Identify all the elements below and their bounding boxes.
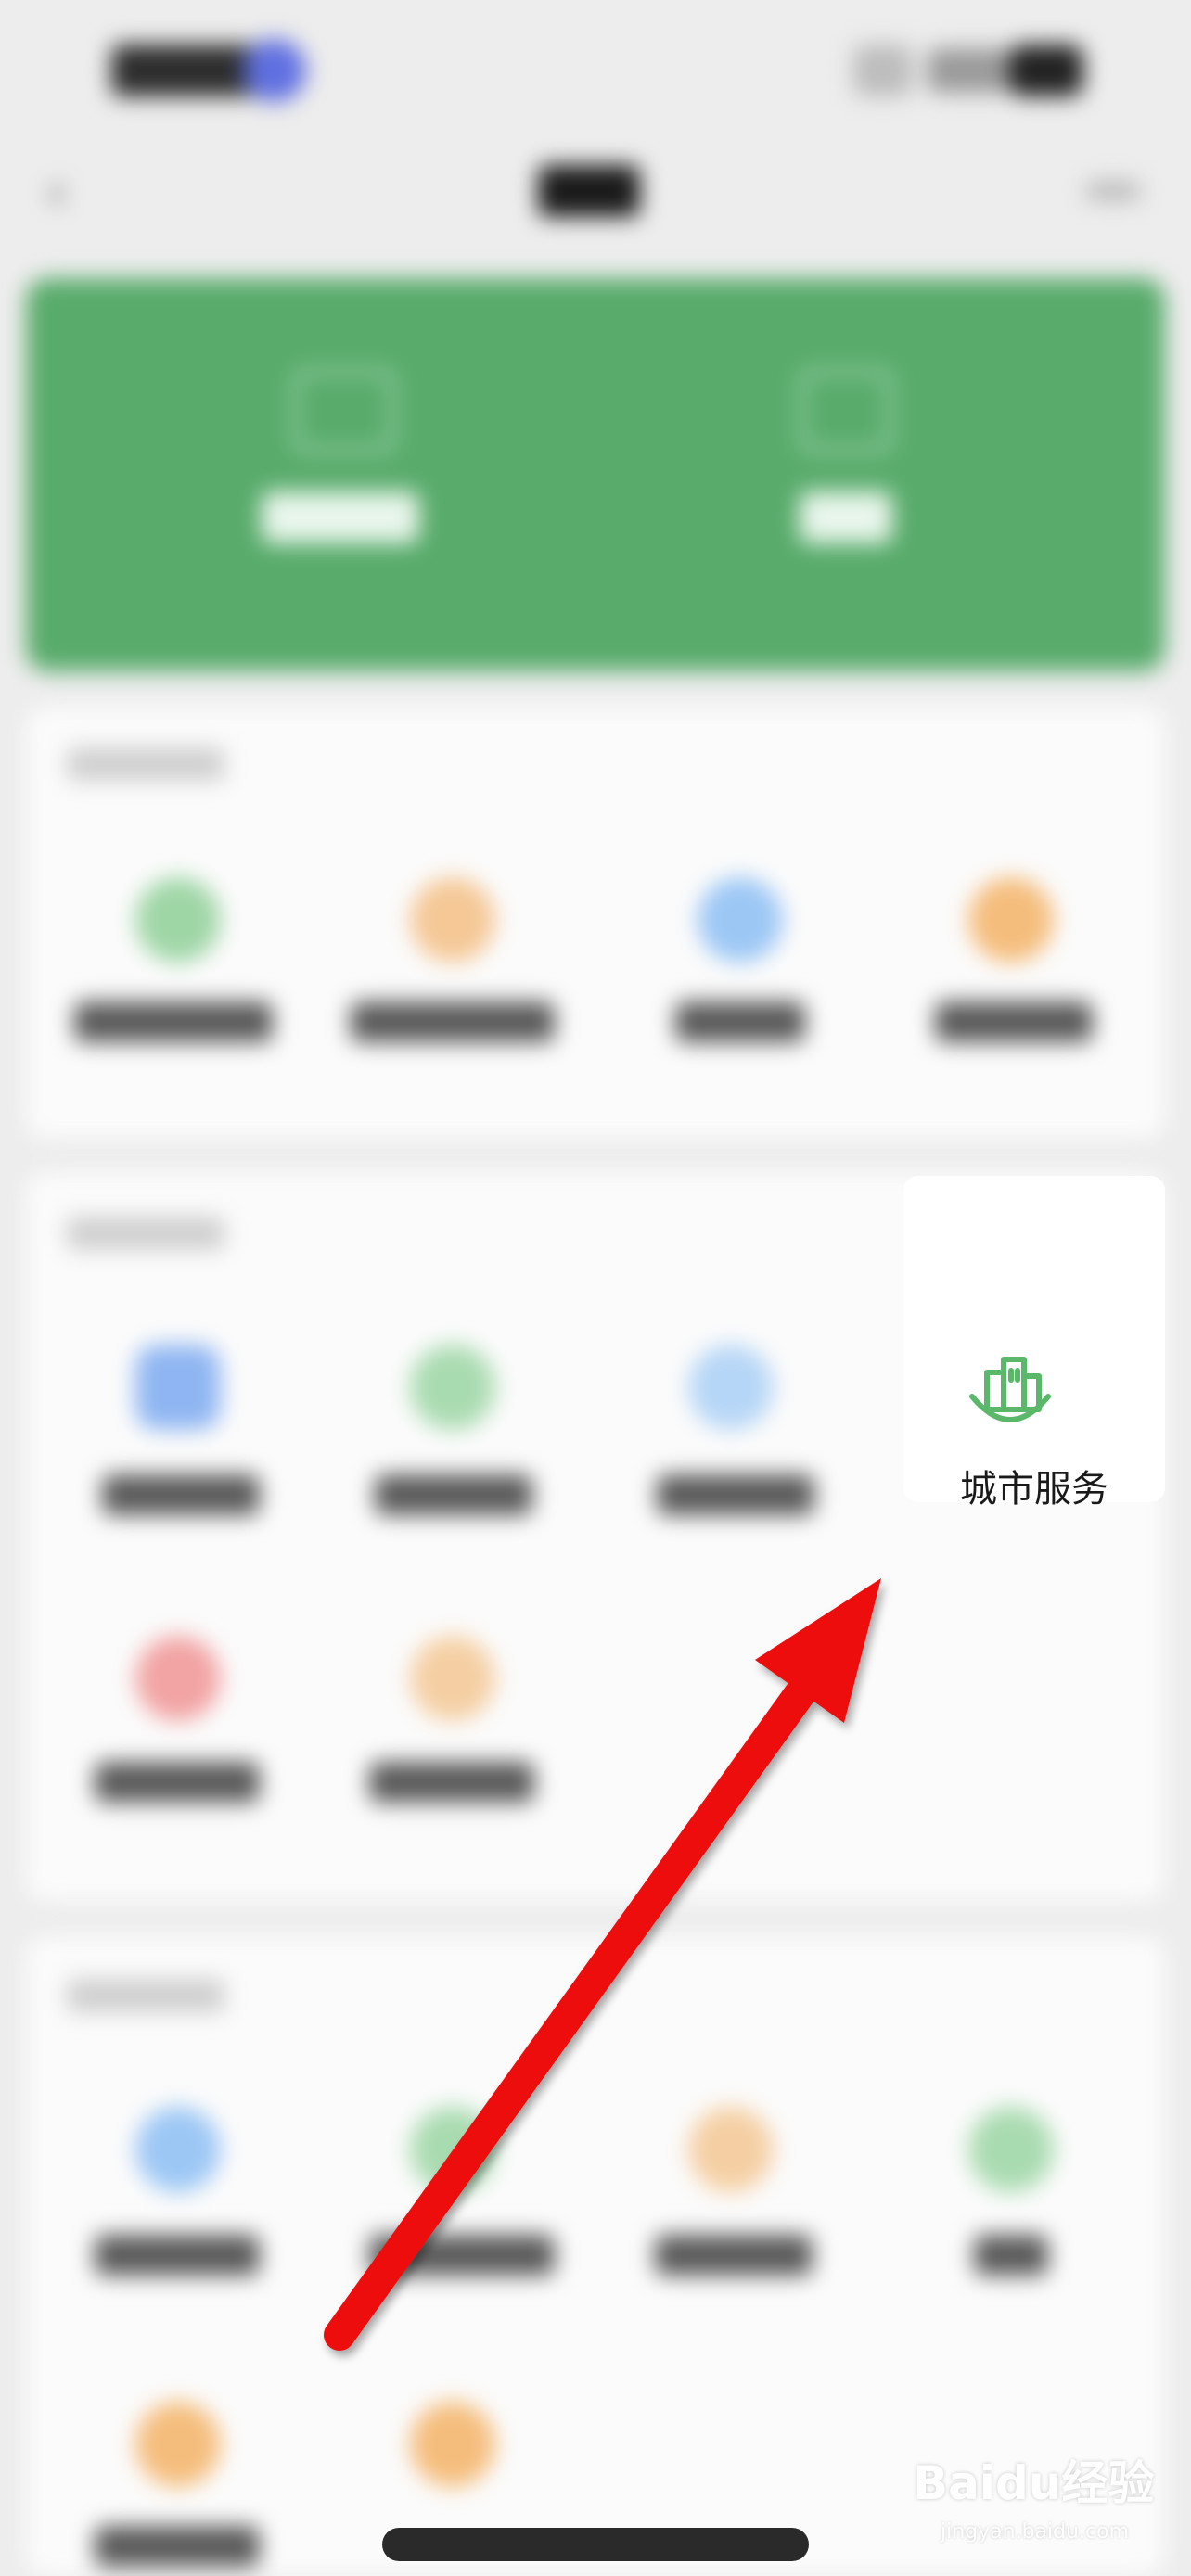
- service-icon[interactable]: [135, 1636, 221, 1721]
- back-icon[interactable]: ‹: [46, 167, 83, 219]
- living-payment-icon[interactable]: [410, 1345, 495, 1430]
- phone-recharge-icon[interactable]: [135, 1345, 221, 1430]
- service-label: [351, 1001, 555, 1042]
- city-service-label: 城市服务: [960, 1468, 1108, 1511]
- status-icon: [853, 45, 913, 96]
- city-service-highlight[interactable]: [903, 1176, 1165, 1502]
- service-icon[interactable]: [135, 2107, 221, 2192]
- q-coin-icon[interactable]: [688, 1345, 774, 1430]
- service-icon[interactable]: [410, 2107, 495, 2192]
- service-label: [369, 2235, 555, 2276]
- status-signal: [928, 48, 1011, 93]
- section-title-1: [67, 747, 224, 781]
- city-buildings-icon[interactable]: [967, 1352, 1054, 1434]
- watermark: Baidu经验: [913, 2456, 1155, 2510]
- service-icon[interactable]: [410, 2402, 495, 2487]
- banner-item-label-2: [800, 491, 892, 543]
- service-label: [95, 2235, 260, 2276]
- service-icon[interactable]: [688, 2107, 774, 2192]
- section-title-3: [67, 1979, 224, 2012]
- home-indicator[interactable]: [382, 2528, 809, 2561]
- more-icon[interactable]: [1085, 182, 1141, 200]
- service-label: [655, 2235, 813, 2276]
- service-label: [74, 1001, 273, 1042]
- service-icon[interactable]: [410, 877, 495, 963]
- service-label: [375, 1474, 532, 1515]
- service-label: [102, 1474, 260, 1515]
- service-icon[interactable]: [135, 2402, 221, 2487]
- wallet-icon[interactable]: [800, 369, 892, 453]
- battery-icon: [1009, 45, 1083, 96]
- status-time: [111, 45, 260, 96]
- service-icon[interactable]: [410, 1636, 495, 1721]
- service-label: [974, 2235, 1048, 2276]
- wallet-banner: [26, 278, 1165, 671]
- service-icon[interactable]: [968, 2107, 1054, 2192]
- service-label: [95, 1762, 260, 1803]
- watermark-url: jingyan.baidu.com: [941, 2520, 1130, 2544]
- status-indicator-dot: [243, 39, 306, 102]
- service-label: [95, 2526, 260, 2567]
- service-icon[interactable]: [968, 877, 1054, 963]
- service-icon[interactable]: [698, 877, 783, 963]
- page-title: [538, 165, 640, 217]
- banner-item-label-1: [262, 491, 419, 543]
- service-label: [675, 1001, 805, 1042]
- service-icon[interactable]: [135, 877, 221, 963]
- section-title-2: [67, 1217, 224, 1250]
- service-label: [935, 1001, 1093, 1042]
- service-label: [369, 1762, 534, 1803]
- service-label: [657, 1474, 814, 1515]
- collect-payment-icon[interactable]: [293, 369, 395, 453]
